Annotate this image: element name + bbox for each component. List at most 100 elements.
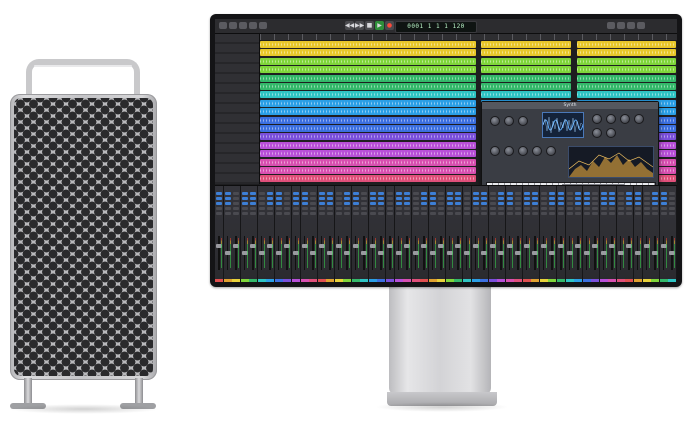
insert-slot[interactable] <box>583 202 590 205</box>
insert-slot[interactable] <box>241 207 248 210</box>
insert-slot[interactable] <box>327 197 334 200</box>
insert-slot[interactable] <box>532 192 539 195</box>
knob[interactable] <box>504 146 514 156</box>
insert-slot[interactable] <box>361 202 368 205</box>
insert-slot[interactable] <box>523 212 530 215</box>
insert-slot[interactable] <box>498 202 505 205</box>
insert-slot[interactable] <box>600 202 607 205</box>
insert-slot[interactable] <box>566 202 573 205</box>
insert-slot[interactable] <box>660 197 667 200</box>
insert-slot[interactable] <box>344 197 351 200</box>
insert-slot[interactable] <box>498 207 505 210</box>
insert-slot[interactable] <box>592 212 599 215</box>
insert-slot[interactable] <box>387 197 393 200</box>
knob[interactable] <box>490 116 500 126</box>
insert-slot[interactable] <box>369 192 376 195</box>
insert-slot[interactable] <box>617 202 624 205</box>
channel-color-label[interactable] <box>522 279 531 282</box>
insert-slot[interactable] <box>292 192 299 195</box>
insert-slot[interactable] <box>506 202 513 205</box>
insert-slot[interactable] <box>301 212 308 215</box>
insert-slot[interactable] <box>258 212 265 215</box>
insert-slot[interactable] <box>609 212 616 215</box>
track-region[interactable] <box>481 91 572 99</box>
insert-slot[interactable] <box>241 197 248 200</box>
insert-slot[interactable] <box>267 212 274 215</box>
insert-slot[interactable] <box>429 207 436 210</box>
channel-color-label[interactable] <box>420 279 429 282</box>
insert-slot[interactable] <box>660 202 667 205</box>
mixer-area[interactable] <box>215 185 677 282</box>
insert-slot[interactable] <box>558 212 564 215</box>
insert-slot[interactable] <box>455 197 462 200</box>
insert-slot[interactable] <box>566 197 573 200</box>
insert-slot[interactable] <box>369 212 376 215</box>
insert-slot[interactable] <box>549 197 556 200</box>
insert-slot[interactable] <box>532 197 539 200</box>
insert-slot[interactable] <box>352 207 359 210</box>
insert-slot[interactable] <box>318 197 325 200</box>
knob[interactable] <box>490 146 500 156</box>
track-region[interactable] <box>260 116 476 124</box>
insert-slot[interactable] <box>617 192 624 195</box>
channel-color-label[interactable] <box>539 279 548 282</box>
insert-slot[interactable] <box>523 192 530 195</box>
insert-slot[interactable] <box>617 197 624 200</box>
insert-slot[interactable] <box>335 197 342 200</box>
insert-slot[interactable] <box>412 202 419 205</box>
insert-slot[interactable] <box>660 207 667 210</box>
insert-slot[interactable] <box>318 212 325 215</box>
insert-slot[interactable] <box>301 192 308 195</box>
insert-slot[interactable] <box>233 207 240 210</box>
channel-color-label[interactable] <box>326 279 335 282</box>
insert-slot[interactable] <box>506 207 513 210</box>
insert-slot[interactable] <box>301 197 308 200</box>
track-region[interactable] <box>260 158 476 166</box>
insert-slot[interactable] <box>275 212 282 215</box>
channel-color-label[interactable] <box>274 279 283 282</box>
insert-slot[interactable] <box>335 202 342 205</box>
insert-slot[interactable] <box>609 197 616 200</box>
track-region[interactable] <box>260 150 476 158</box>
insert-slot[interactable] <box>412 212 419 215</box>
insert-slot[interactable] <box>284 197 291 200</box>
track-region[interactable] <box>481 57 572 65</box>
insert-slot[interactable] <box>250 192 257 195</box>
insert-slot[interactable] <box>463 202 470 205</box>
insert-slot[interactable] <box>224 207 231 210</box>
channel-color-label[interactable] <box>266 279 275 282</box>
channel-color-label[interactable] <box>394 279 403 282</box>
insert-slot[interactable] <box>344 192 351 195</box>
channel-color-label[interactable] <box>574 279 583 282</box>
insert-slot[interactable] <box>387 207 393 210</box>
track-region[interactable] <box>260 133 476 141</box>
insert-slot[interactable] <box>583 192 590 195</box>
insert-slot[interactable] <box>660 192 667 195</box>
insert-slot[interactable] <box>310 207 317 210</box>
insert-slot[interactable] <box>566 192 573 195</box>
play-button[interactable]: ▶ <box>375 21 384 30</box>
insert-slot[interactable] <box>523 197 530 200</box>
track-region[interactable] <box>576 83 676 90</box>
insert-slot[interactable] <box>489 192 496 195</box>
insert-slot[interactable] <box>250 212 257 215</box>
insert-slot[interactable] <box>395 192 402 195</box>
insert-slot[interactable] <box>463 207 470 210</box>
insert-slot[interactable] <box>275 192 282 195</box>
insert-slot[interactable] <box>643 197 650 200</box>
insert-slot[interactable] <box>267 207 274 210</box>
insert-slot[interactable] <box>378 207 385 210</box>
track-region[interactable] <box>260 74 476 82</box>
insert-slot[interactable] <box>455 212 462 215</box>
mixer-button[interactable] <box>259 22 267 29</box>
track-region[interactable] <box>260 41 476 48</box>
insert-slot[interactable] <box>455 207 462 210</box>
insert-slot[interactable] <box>267 192 274 195</box>
insert-slot[interactable] <box>600 192 607 195</box>
channel-color-label[interactable] <box>403 279 412 282</box>
insert-slot[interactable] <box>250 202 257 205</box>
insert-slot[interactable] <box>429 202 436 205</box>
channel-color-label[interactable] <box>514 279 523 282</box>
insert-slot[interactable] <box>446 197 453 200</box>
channel-color-label[interactable] <box>309 279 318 282</box>
